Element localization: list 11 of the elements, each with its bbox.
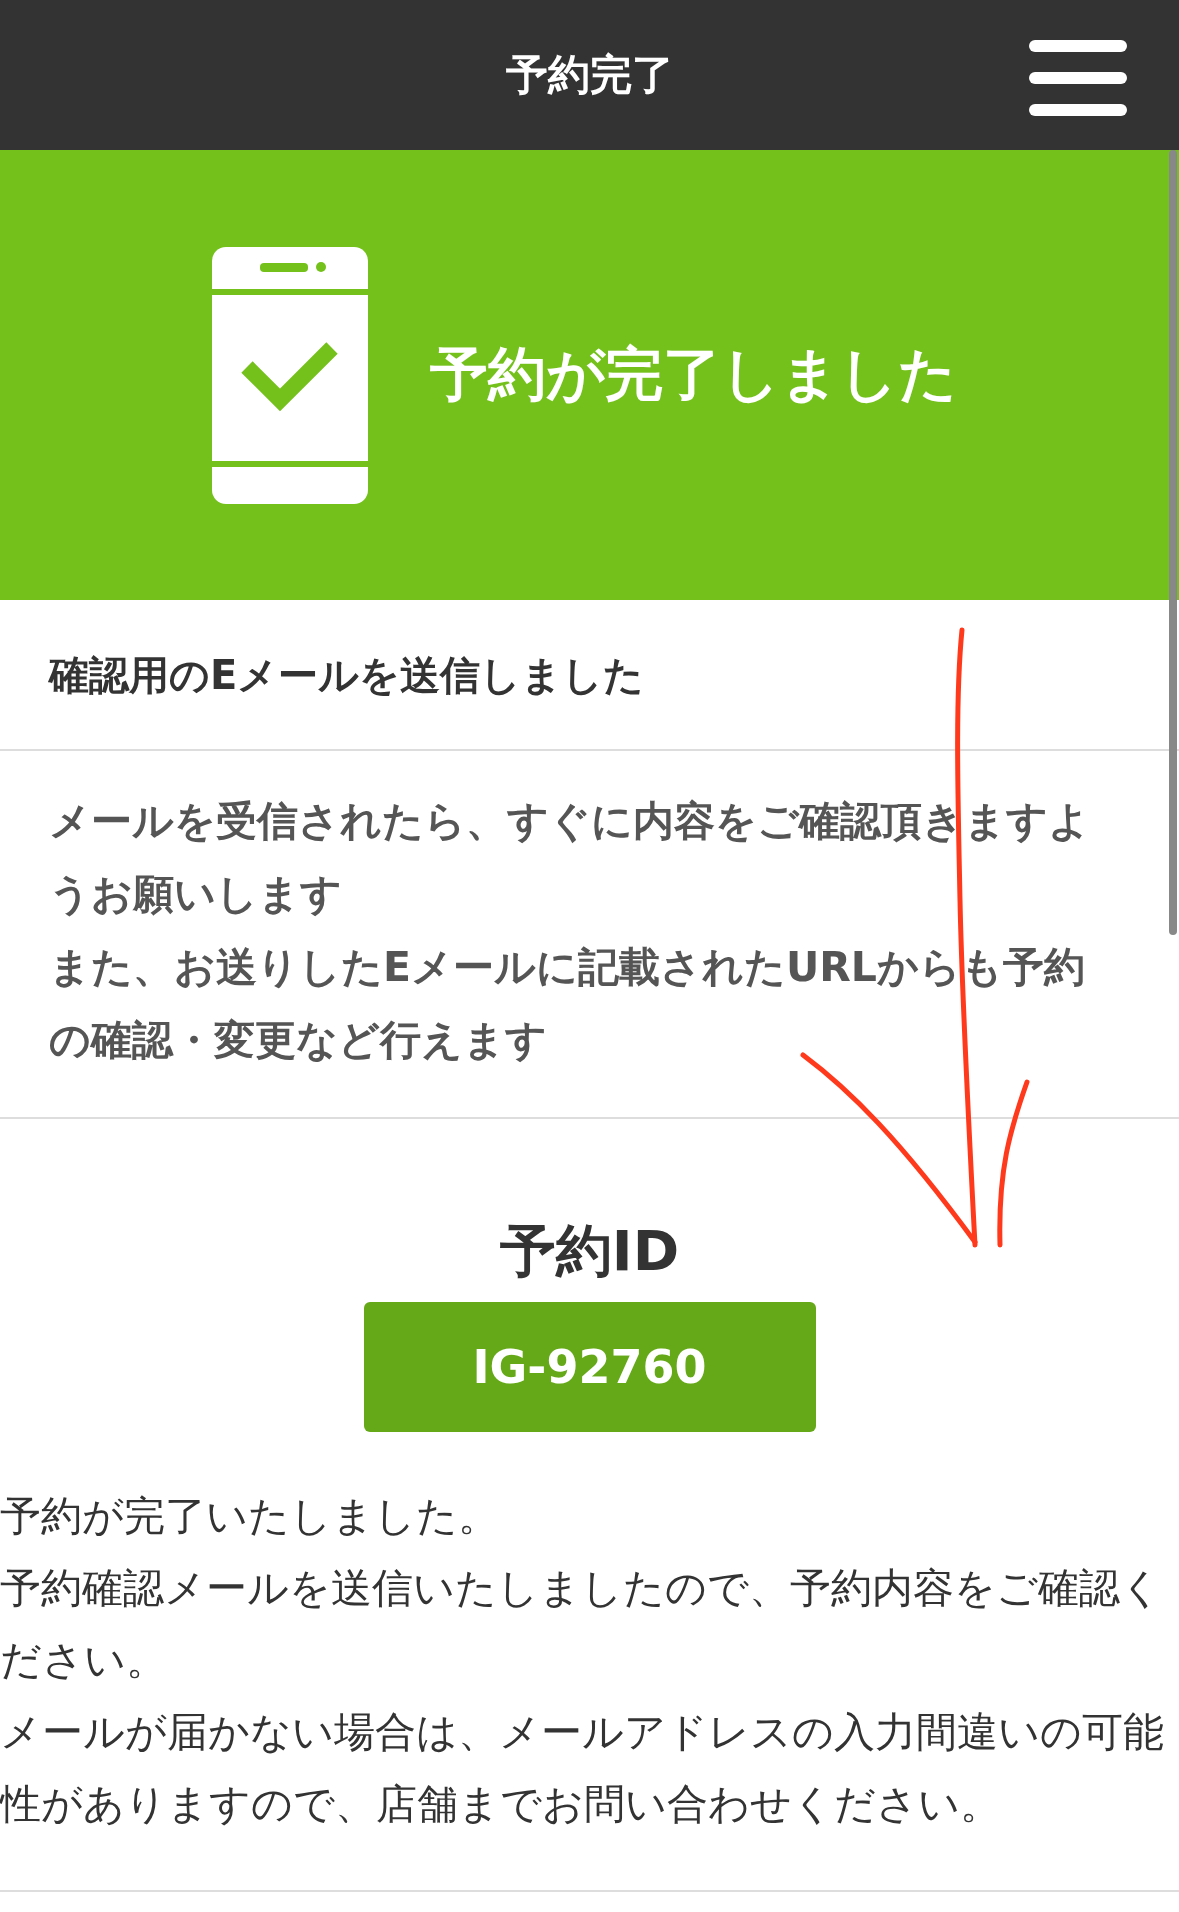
phone-check-icon <box>212 246 368 504</box>
page-title: 予約完了 <box>505 49 674 101</box>
email-sent-heading: 確認用のEメールを送信しました <box>49 651 646 700</box>
notice-text: また、お送りしたEメールに記載されたURLからも予約の確認・変更など行えます <box>49 942 1086 1066</box>
message-text: 予約が完了いたしました。 <box>0 1491 500 1542</box>
banner-title: 予約が完了しました <box>430 339 957 410</box>
reservation-id-label: 予約ID <box>499 1217 680 1285</box>
notice-text: メールを受信されたら、すぐに内容をご確認頂きますようお願いします <box>49 796 1091 920</box>
message-text: 予約確認メールを送信いたしましたので、予約内容をご確認ください。 <box>0 1563 1163 1686</box>
reservation-id: IG-92760 <box>363 1302 816 1432</box>
menu-icon[interactable] <box>1029 40 1127 116</box>
